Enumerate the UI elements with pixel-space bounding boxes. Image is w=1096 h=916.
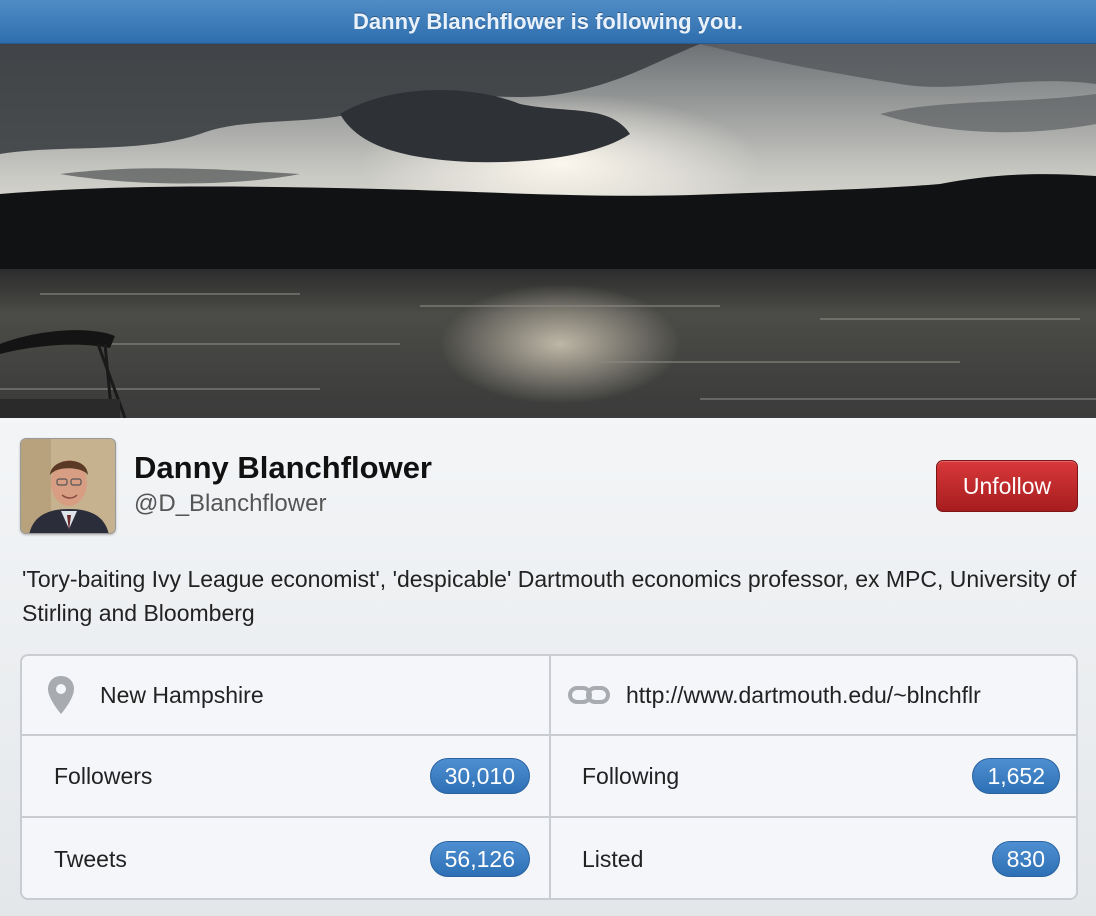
link-icon: [568, 686, 610, 704]
website-cell[interactable]: http://www.dartmouth.edu/~blnchflr: [568, 656, 981, 734]
profile-handle: @D_Blanchflower: [134, 490, 327, 517]
profile-info-table: New Hampshire http://www.dartmouth.edu/~…: [20, 654, 1078, 900]
following-count-badge[interactable]: 1,652: [972, 758, 1060, 794]
avatar[interactable]: [20, 438, 116, 534]
following-cell[interactable]: Following: [582, 736, 679, 816]
profile-name: Danny Blanchflower: [134, 450, 432, 485]
followers-cell[interactable]: Followers: [54, 736, 152, 816]
table-divider: [22, 816, 1076, 818]
map-pin-icon: [48, 676, 74, 714]
followers-label: Followers: [54, 762, 153, 789]
cover-photo: [0, 44, 1096, 418]
following-you-text: Danny Blanchflower is following you.: [353, 8, 743, 34]
listed-count-badge[interactable]: 830: [991, 841, 1060, 877]
tweets-cell[interactable]: Tweets: [54, 818, 127, 898]
profile-bio: 'Tory-baiting Ivy League economist', 'de…: [22, 566, 1077, 626]
listed-label: Listed: [582, 845, 644, 872]
unfollow-button[interactable]: Unfollow: [936, 460, 1078, 512]
location-cell: New Hampshire: [46, 656, 264, 734]
cover-photo-image: [0, 44, 1096, 418]
location-text: New Hampshire: [100, 681, 264, 708]
following-you-banner: Danny Blanchflower is following you.: [0, 0, 1096, 44]
website-link[interactable]: http://www.dartmouth.edu/~blnchflr: [626, 682, 981, 709]
listed-cell[interactable]: Listed: [582, 818, 644, 898]
tweets-label: Tweets: [54, 845, 127, 872]
following-label: Following: [582, 762, 680, 789]
profile-card: Danny Blanchflower @D_Blanchflower Unfol…: [0, 418, 1096, 916]
table-divider: [22, 734, 1076, 736]
table-divider: [549, 656, 551, 898]
tweets-count-badge[interactable]: 56,126: [429, 841, 530, 877]
followers-count-badge[interactable]: 30,010: [429, 758, 530, 794]
avatar-portrait-icon: [21, 439, 115, 533]
